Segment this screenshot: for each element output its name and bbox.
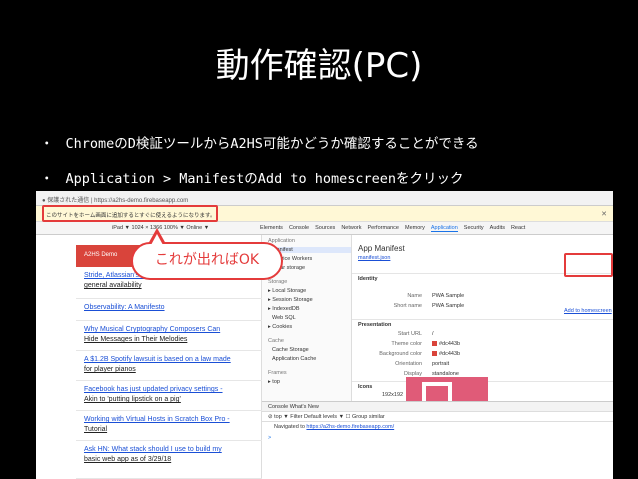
console-prefix: Navigated to	[274, 424, 305, 430]
list-item[interactable]: Ask HN: What stack should I use to build…	[76, 441, 262, 479]
tab-sources[interactable]: Sources	[315, 225, 335, 231]
console-tabs[interactable]: Console What's New	[262, 402, 613, 412]
sidebar-item-session-storage[interactable]: ▸ Session Storage	[268, 297, 313, 303]
article-sub[interactable]: Hide Messages in Their Melodies	[84, 335, 254, 345]
article-sub[interactable]: Akin to 'putting lipstick on a pig'	[84, 395, 254, 405]
sidebar-item-top-frame[interactable]: ▸ top	[268, 379, 280, 385]
sidebar-item-local-storage[interactable]: ▸ Local Storage	[268, 288, 306, 294]
tab-security[interactable]: Security	[464, 225, 484, 231]
console-prompt[interactable]: >	[268, 435, 271, 441]
row-label: Start URL	[397, 331, 422, 337]
row-value: portrait	[432, 361, 450, 367]
add-to-homescreen-link[interactable]: Add to homescreen	[564, 308, 612, 314]
console-filter-bar[interactable]: ⊘ top ▼ Filter Default levels ▼ ☐ Group …	[262, 412, 613, 422]
tab-audits[interactable]: Audits	[490, 225, 505, 231]
bullet-2: ・ Application > ManifestのAdd to homescree…	[40, 167, 463, 187]
article-sub[interactable]: general availability	[84, 281, 254, 291]
tab-performance[interactable]: Performance	[367, 225, 399, 231]
tab-console[interactable]: Console	[289, 225, 309, 231]
article-sub[interactable]: for player pianos	[84, 365, 254, 375]
tab-application[interactable]: Application	[430, 225, 458, 232]
address-bar[interactable]: ● 保護された通信 | https://a2hs-demo.firebaseap…	[36, 191, 613, 206]
list-item[interactable]: Working with Virtual Hosts in Scratch Bo…	[76, 411, 262, 441]
row-label: Short name	[393, 303, 422, 309]
bullet-text-1: ChromeのD検証ツールからA2HS可能かどうか確認することができる	[65, 136, 479, 152]
sidebar-item-cookies[interactable]: ▸ Cookies	[268, 324, 292, 330]
sidebar-head-frames: Frames	[268, 370, 287, 376]
sidebar-head-cache: Cache	[268, 338, 284, 344]
tab-memory[interactable]: Memory	[405, 225, 425, 231]
manifest-title: App Manifest	[358, 244, 405, 253]
bg-color-value: #dc443b	[439, 351, 461, 357]
infobar-highlight	[42, 205, 218, 222]
bullet-mark: ・	[40, 136, 54, 152]
callout-tail-fill	[151, 234, 163, 245]
close-icon[interactable]: ✕	[601, 210, 607, 218]
presentation-section-label: Presentation	[352, 319, 613, 330]
browser-screenshot: ● 保護された通信 | https://a2hs-demo.firebaseap…	[36, 191, 613, 479]
devtools-toolbar: iPad ▼ 1024 × 1366 100% ▼ Online ▼ Eleme…	[36, 222, 613, 235]
row-value: #dc443b	[432, 341, 460, 347]
console-message: Navigated to https://a2hs-demo.firebasea…	[274, 424, 394, 430]
theme-color-value: #dc443b	[439, 341, 461, 347]
row-value: PWA Sample	[432, 303, 465, 309]
row-label: Background color	[379, 351, 422, 357]
icon-size-label: 192x192	[382, 392, 404, 398]
sidebar-item-application-cache[interactable]: Application Cache	[272, 356, 316, 362]
row-value: PWA Sample	[432, 293, 465, 299]
row-value: /	[432, 331, 434, 337]
manifest-link[interactable]: manifest.json	[358, 255, 390, 261]
tab-react[interactable]: React	[511, 225, 525, 231]
list-item[interactable]: Why Musical Cryptography Composers Can Hi…	[76, 321, 262, 351]
sidebar-item-indexeddb[interactable]: ▸ IndexedDB	[268, 306, 300, 312]
add-to-homescreen-highlight	[564, 253, 613, 277]
color-swatch	[432, 341, 437, 347]
article-sub[interactable]: basic web app as of 3/29/18	[84, 455, 254, 465]
tab-elements[interactable]: Elements	[260, 225, 283, 231]
bullet-1: ・ ChromeのD検証ツールからA2HS可能かどうか確認することができる	[40, 132, 479, 152]
article-link[interactable]: Ask HN: What stack should I use to build…	[84, 446, 222, 453]
sidebar-head-storage: Storage	[268, 279, 288, 285]
row-label: Theme color	[391, 341, 422, 347]
tab-network[interactable]: Network	[341, 225, 361, 231]
list-item[interactable]: Facebook has just updated privacy settin…	[76, 381, 262, 411]
sidebar-item-web-sql[interactable]: Web SQL	[272, 315, 296, 321]
row-label: Orientation	[395, 361, 422, 367]
row-label: Name	[407, 293, 422, 299]
article-link[interactable]: Facebook has just updated privacy settin…	[84, 386, 223, 393]
callout-bubble: これが出ればOK	[131, 242, 283, 280]
bullet-text-2: Application > ManifestのAdd to homescreen…	[65, 171, 464, 187]
article-link[interactable]: A $1.2B Spotify lawsuit is based on a la…	[84, 356, 231, 363]
sidebar-item-cache-storage[interactable]: Cache Storage	[272, 347, 309, 353]
app-logo-icon	[422, 382, 452, 401]
article-link[interactable]: Working with Virtual Hosts in Scratch Bo…	[84, 416, 230, 423]
row-value: #dc443b	[432, 351, 460, 357]
list-item[interactable]: Observability: A Manifesto	[76, 299, 262, 321]
article-link[interactable]: Observability: A Manifesto	[84, 304, 165, 311]
color-swatch	[432, 351, 437, 357]
bullet-mark: ・	[40, 171, 54, 187]
devtools-tabs: Elements Console Sources Network Performance…	[260, 225, 531, 232]
console-url[interactable]: https://a2hs-demo.firebaseapp.com/	[306, 424, 394, 430]
console-drawer: Console What's New ⊘ top ▼ Filter Defaul…	[262, 401, 613, 479]
article-link[interactable]: Why Musical Cryptography Composers Can	[84, 326, 220, 333]
list-item[interactable]: A $1.2B Spotify lawsuit is based on a la…	[76, 351, 262, 381]
slide-title: 動作確認(PC)	[215, 46, 423, 86]
article-sub[interactable]: Tutorial	[84, 425, 254, 435]
